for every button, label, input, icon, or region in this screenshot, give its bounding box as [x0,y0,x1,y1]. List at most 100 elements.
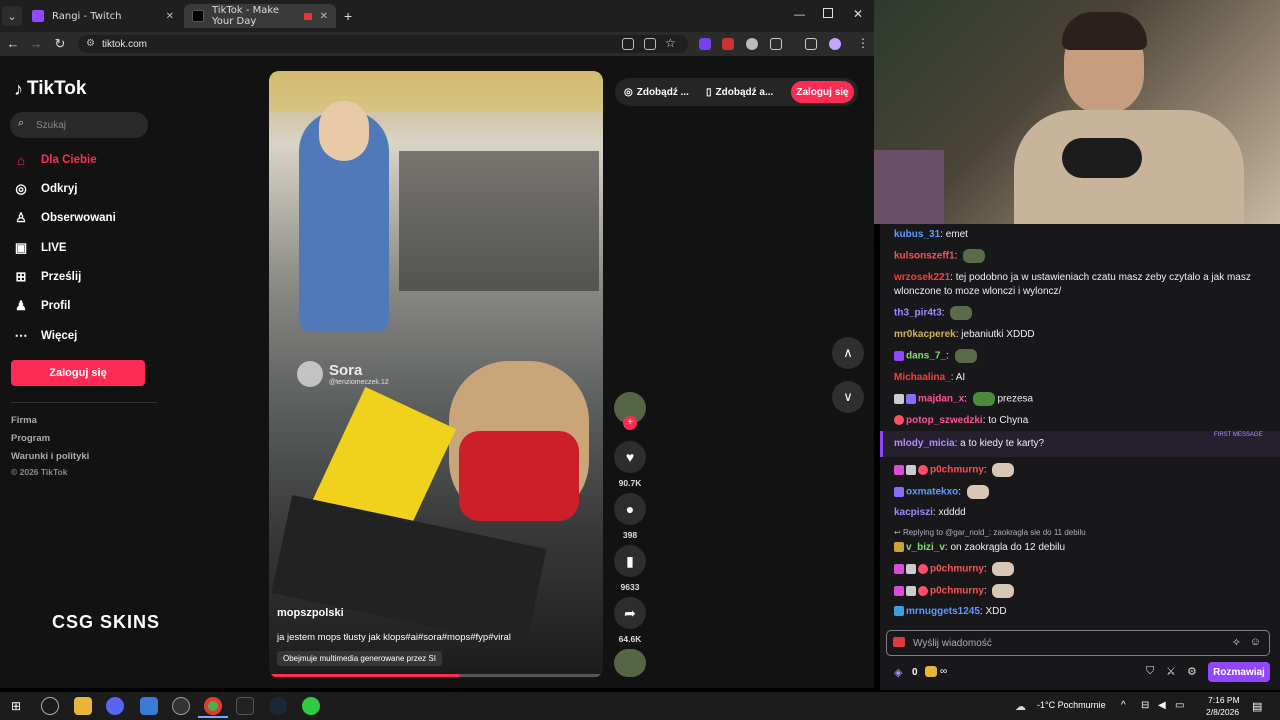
mod-tools-icon[interactable]: ⚔ [1166,665,1176,678]
chat-message[interactable]: Michaalina_: AI [894,372,965,383]
clock-date[interactable]: 2/8/2026 [1206,707,1239,717]
extensions-puzzle-icon[interactable] [770,38,782,50]
like-button[interactable]: ♥ [614,441,646,473]
tiktok-logo[interactable]: ♪ TikTok [14,78,86,100]
new-tab-button[interactable]: + [344,8,352,24]
chat-username[interactable]: kubus_31 [894,229,940,240]
share-button[interactable]: ➦ [614,597,646,629]
video-player[interactable]: Sora @tenziomeczek.12 mopszpolski ja jes… [269,71,603,678]
chat-message[interactable]: potop_szwedzki: to Chyna [894,415,1028,426]
chat-badge-icon[interactable] [893,637,905,647]
chat-username[interactable]: p0chmurny [930,586,984,597]
notifications-icon[interactable]: ▤ [1252,700,1262,713]
follow-plus-button[interactable]: + [623,416,637,430]
chat-username[interactable]: wrzosek221 [894,272,950,283]
chat-username[interactable]: majdan_x [918,394,964,405]
steam-icon[interactable] [269,697,287,715]
bookmark-button[interactable]: ▮ [614,545,646,577]
chat-username[interactable]: kulsonszeff1 [894,251,955,262]
login-button[interactable]: Zaloguj się [11,360,145,386]
sidebar-item-live[interactable]: ▣ LIVE [12,237,67,259]
extension-icon[interactable] [746,38,758,50]
sidebar-item-following[interactable]: ♙ Obserwowani [12,207,116,229]
chat-message[interactable]: kulsonszeff1: [894,249,986,263]
chat-username[interactable]: p0chmurny [930,465,984,476]
clock-time[interactable]: 7:16 PM [1208,695,1240,705]
chat-username[interactable]: mr0kacperek [894,329,956,340]
tab-search-button[interactable]: ⌄ [2,6,22,26]
forward-button[interactable]: → [28,36,44,51]
chat-username[interactable]: potop_szwedzki [906,415,983,426]
chat-message[interactable]: dans_7_: [894,349,977,363]
chat-username[interactable]: mrnuggets1245 [906,606,980,617]
browser-tab-tiktok[interactable]: TikTok - Make Your Day ✕ [184,4,336,28]
footer-link-program[interactable]: Program [11,433,50,444]
chat-message[interactable]: v_bizi_v: on zaokrągla do 12 debilu [894,542,1065,553]
audio-playing-icon[interactable] [304,12,312,20]
search-input[interactable]: ⌕ Szukaj [10,112,148,138]
chat-message[interactable]: mr0kacperek: jebaniutki XDDD [894,329,1035,340]
ai-sparkle-icon[interactable]: ✧ [1232,636,1241,649]
minimize-button[interactable]: — [794,9,805,21]
weather-icon[interactable]: ☁ [1015,700,1026,713]
chat-message[interactable]: kacpiszi: xdddd [894,507,966,518]
shield-icon[interactable]: ⛉ [1146,665,1154,678]
battery-icon[interactable]: ▭ [1175,700,1184,711]
chat-username[interactable]: v_bizi_v [906,542,945,553]
extension-icon[interactable] [699,38,711,50]
chat-username[interactable]: kacpiszi [894,507,933,518]
chat-message[interactable]: mrnuggets1245: XDD [894,606,1007,617]
chat-message[interactable]: majdan_x: prezesa [894,392,1033,406]
chat-message[interactable]: p0chmurny: [894,584,1015,598]
footer-link-company[interactable]: Firma [11,415,37,426]
back-button[interactable]: ← [5,36,21,51]
chat-message[interactable]: mlody_micia: a to kiedy te karty? [894,438,1044,449]
chat-message[interactable]: kubus_31: emet [894,229,968,240]
reload-button[interactable]: ↻ [52,36,68,52]
next-video-button[interactable]: ∨ [832,381,864,413]
sidebar-item-for-you[interactable]: ⌂ Dla Ciebie [12,149,97,171]
app-icon[interactable] [302,697,320,715]
chat-message[interactable]: p0chmurny: [894,562,1015,576]
bits-icon[interactable] [925,666,937,677]
show-hidden-icons[interactable]: ^ [1121,700,1126,711]
header-login-button[interactable]: Zaloguj się [791,81,854,103]
music-disc-icon[interactable] [614,649,646,677]
get-coins-button[interactable]: ◎ Zdobądź ... [624,82,689,102]
sidebar-item-profile[interactable]: ♟ Profil [12,295,70,317]
close-window-button[interactable]: ✕ [853,7,863,21]
comment-button[interactable]: ● [614,493,646,525]
cast-icon[interactable] [644,38,656,50]
weather-text[interactable]: -1°C Pochmurnie [1037,700,1106,710]
windows-start-icon[interactable]: ⊞ [11,699,21,713]
profile-avatar[interactable] [829,38,841,50]
browser-tab-twitch[interactable]: Rangi - Twitch ✕ [24,4,182,28]
chat-username[interactable]: p0chmurny [930,564,984,575]
sidebar-item-more[interactable]: ⋯ Więcej [12,325,78,347]
address-bar[interactable]: ⚙ tiktok.com [78,35,688,53]
close-tab-icon[interactable]: ✕ [320,11,328,22]
chat-username[interactable]: th3_pir4t3 [894,308,942,319]
maximize-button[interactable] [823,8,833,18]
get-app-button[interactable]: ▯ Zdobądź a... [706,82,773,102]
sidebar-item-upload[interactable]: ⊞ Prześlij [12,266,82,288]
channel-points-icon[interactable]: ◈ [894,666,902,679]
terminal-icon[interactable] [236,697,254,715]
sidebar-item-explore[interactable]: ◎ Odkryj [12,178,77,200]
chat-message[interactable]: oxmatekxo: [894,485,989,499]
footer-link-terms[interactable]: Warunki i polityki [11,451,89,462]
volume-icon[interactable]: ◀ [1158,700,1166,711]
chat-message[interactable]: wrzosek221: tej podobno ja w ustawieniac… [894,272,1251,283]
chat-input[interactable]: Wyślij wiadomość ✧ ☺ [886,630,1270,656]
chat-message[interactable]: p0chmurny: [894,463,1015,477]
chat-username[interactable]: Michaalina_ [894,372,951,383]
chat-settings-gear-icon[interactable]: ⚙ [1187,665,1197,678]
network-icon[interactable]: ⊟ [1141,700,1149,711]
close-tab-icon[interactable]: ✕ [166,11,174,22]
discord-icon[interactable] [106,697,124,715]
chrome-icon[interactable] [204,697,222,715]
extension-icon[interactable] [722,38,734,50]
obs-icon[interactable] [41,697,59,715]
file-explorer-icon[interactable] [74,697,92,715]
media-controls-icon[interactable] [805,38,817,50]
